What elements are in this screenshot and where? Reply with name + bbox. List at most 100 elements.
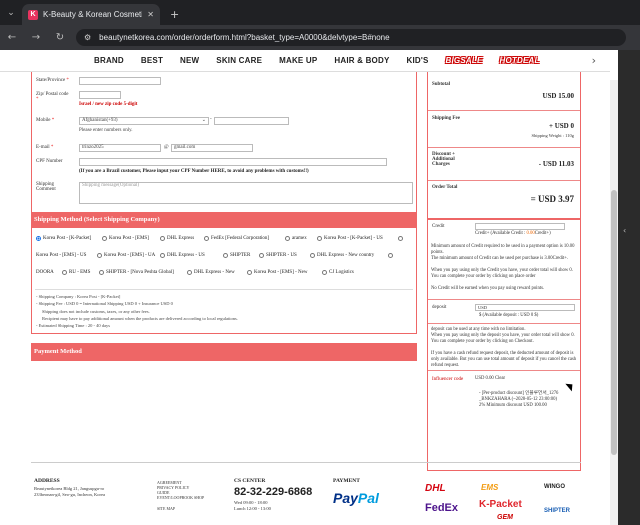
divider xyxy=(428,299,580,300)
nav-skin-care[interactable]: SKIN CARE xyxy=(216,56,262,65)
ship-option-shipter[interactable]: SHIPTER xyxy=(223,253,250,258)
email-user-input[interactable]: trinzo2025 xyxy=(79,144,161,152)
nav-new[interactable]: NEW xyxy=(180,56,199,65)
ship-option-dhl-new[interactable]: DHL Express - New xyxy=(187,270,235,275)
kpacket-logo: K-Packet xyxy=(479,499,522,510)
nav-make-up[interactable]: MAKE UP xyxy=(279,56,317,65)
divider xyxy=(428,147,580,148)
shipping-comment-textarea[interactable]: Shipping message(Optional) xyxy=(79,182,413,204)
radio-icon xyxy=(310,253,315,258)
ship-option-doora[interactable]: DOORA xyxy=(36,270,54,275)
site-info-icon[interactable]: ⚙ xyxy=(84,33,91,42)
influencer-value: USD 0.00 Clear xyxy=(475,376,506,381)
ship-option-cj[interactable]: CJ Logistics xyxy=(322,270,354,275)
nav-brand[interactable]: BRAND xyxy=(94,56,124,65)
url-text: beautynetkorea.com/order/orderform.html?… xyxy=(99,33,390,42)
nav-kids[interactable]: KID'S xyxy=(407,56,429,65)
ship-option-dhl-new-country[interactable]: DHL Express - New country xyxy=(310,253,374,258)
footer-link-sitemap[interactable]: SITE MAP xyxy=(157,506,204,511)
credit-panel: Credit Credit+ (Available Credit : 0.00C… xyxy=(427,218,581,471)
forward-icon[interactable]: → xyxy=(24,32,48,43)
cpf-input[interactable] xyxy=(79,158,387,166)
state-label: State/Province * xyxy=(36,78,69,83)
nav-hot-deal[interactable]: HOTDEAL xyxy=(499,56,539,65)
ship-option-shipter-nova[interactable]: SHIPTER - [Nova Peshta Global] xyxy=(99,270,174,275)
footer-link-event[interactable]: EVENT/LOOPBOOK SHOP xyxy=(157,495,204,500)
ship-option-extra[interactable] xyxy=(398,236,403,241)
ship-option-dhl-us[interactable]: DHL Express - US xyxy=(160,253,205,258)
ship-info-company: - Shipping Company : Korea Post - [K-Pac… xyxy=(36,294,121,299)
zip-note: Israel / new zip code 5-digit xyxy=(79,102,138,107)
ship-option-ems-new[interactable]: Korea Post - [EMS] - New xyxy=(247,270,307,275)
radio-icon xyxy=(160,253,165,258)
collapse-arrow-icon[interactable]: ‹ xyxy=(623,226,626,235)
radio-icon xyxy=(62,270,67,275)
influencer-label: Influencer code xyxy=(432,377,464,382)
ship-option-kpacket[interactable]: Korea Post - [K-Packet] xyxy=(36,236,91,241)
footer-address: ADDRESS Beautynetkorea Bldg 21, Jangsupg… xyxy=(34,478,105,497)
nav-next-icon[interactable]: › xyxy=(592,54,596,67)
divider xyxy=(35,289,413,290)
mobile-country-select[interactable]: Afghanistan(+93) ⌄ xyxy=(79,117,209,125)
clear-button[interactable]: Clear xyxy=(495,376,505,381)
footer-links: AGREEMENT PRIVACY POLICY GUIDE EVENT/LOO… xyxy=(157,480,204,511)
ship-option-ems[interactable]: Korea Post - [EMS] xyxy=(102,236,149,241)
radio-icon xyxy=(187,270,192,275)
radio-icon xyxy=(259,253,264,258)
nav-best[interactable]: BEST xyxy=(141,56,163,65)
deposit-note-2: When you pay using only the deposit you … xyxy=(431,333,575,344)
payment-method-header: Payment Method xyxy=(31,343,417,361)
ship-option-ems-us[interactable]: Korea Post - [EMS] - US xyxy=(36,253,86,258)
shipter-logo: SHIPTER xyxy=(544,508,571,514)
radio-icon xyxy=(204,236,209,241)
page-content: BRAND BEST NEW SKIN CARE MAKE UP HAIR & … xyxy=(0,50,618,525)
tab-search-icon[interactable]: ⌄ xyxy=(0,0,22,25)
cpf-label: CPF Number xyxy=(36,159,63,164)
deposit-input[interactable]: USD xyxy=(475,304,575,311)
radio-icon xyxy=(317,236,322,241)
ship-option-extra2[interactable] xyxy=(388,253,393,258)
shipping-address-form: State/Province * Zip/ Postal code * Israe… xyxy=(31,72,417,220)
credit-note-total: When you pay using only the Credit you h… xyxy=(431,268,573,279)
divider xyxy=(428,180,580,181)
divider xyxy=(428,323,580,324)
ship-option-aramex[interactable]: aramex xyxy=(285,236,307,241)
browser-tab[interactable]: K K-Beauty & Korean Cosmetics ✕ xyxy=(22,4,160,25)
email-domain-input[interactable]: gmail.com xyxy=(171,144,253,152)
subtotal-label: Subtotal xyxy=(432,82,451,87)
mobile-number-input[interactable] xyxy=(214,117,289,125)
shipping-fee-value: + USD 0 xyxy=(549,122,574,130)
ship-option-kpacket-us[interactable]: Korea Post - [K-Packet] - US xyxy=(317,236,383,241)
gem-logo: GEM xyxy=(497,514,513,521)
url-input[interactable]: ⚙ beautynetkorea.com/order/orderform.htm… xyxy=(76,29,626,46)
ship-option-shipter-us[interactable]: SHIPTER - US xyxy=(259,253,297,258)
cs-phone: 82-32-229-6868 xyxy=(234,486,313,498)
site-nav: BRAND BEST NEW SKIN CARE MAKE UP HAIR & … xyxy=(0,50,610,72)
ship-option-fedex[interactable]: FedEx [Federal Corporation] xyxy=(204,236,269,241)
address-bar: ← → ↻ ⚙ beautynetkorea.com/order/orderfo… xyxy=(0,25,640,50)
nav-hair-body[interactable]: HAIR & BODY xyxy=(334,56,389,65)
credit-label: Credit xyxy=(432,224,445,229)
shipping-method-box: Korea Post - [K-Packet] Korea Post - [EM… xyxy=(31,228,417,334)
wingo-logo: WINGO xyxy=(544,484,565,490)
back-icon[interactable]: ← xyxy=(0,32,24,43)
order-summary: Subtotal USD 15.00 Shipping Fee + USD 0 … xyxy=(427,72,581,220)
nav-big-sale[interactable]: BIGSALE xyxy=(446,56,483,65)
radio-selected-icon xyxy=(36,236,41,241)
tab-close-icon[interactable]: ✕ xyxy=(147,10,154,19)
ship-option-ems-ua[interactable]: Korea Post - [EMS] - UA xyxy=(97,253,155,258)
ship-info-fees-note: Shipping does not include customs, taxes… xyxy=(42,309,150,314)
ship-option-dhl[interactable]: DHL Express xyxy=(160,236,194,241)
divider xyxy=(428,110,580,111)
new-tab-icon[interactable]: + xyxy=(170,4,179,25)
reload-icon[interactable]: ↻ xyxy=(48,32,72,43)
credit-input[interactable] xyxy=(475,223,565,230)
discount-label: Discount + Additional Charges xyxy=(432,152,455,167)
ship-option-ru-ems[interactable]: RU - EMS xyxy=(62,270,90,275)
order-total-value: = USD 3.97 xyxy=(530,194,574,204)
scrollbar-thumb[interactable] xyxy=(611,190,617,455)
state-input[interactable] xyxy=(79,77,161,85)
zip-input[interactable] xyxy=(79,91,121,99)
radio-icon xyxy=(97,253,102,258)
radio-icon xyxy=(285,236,290,241)
